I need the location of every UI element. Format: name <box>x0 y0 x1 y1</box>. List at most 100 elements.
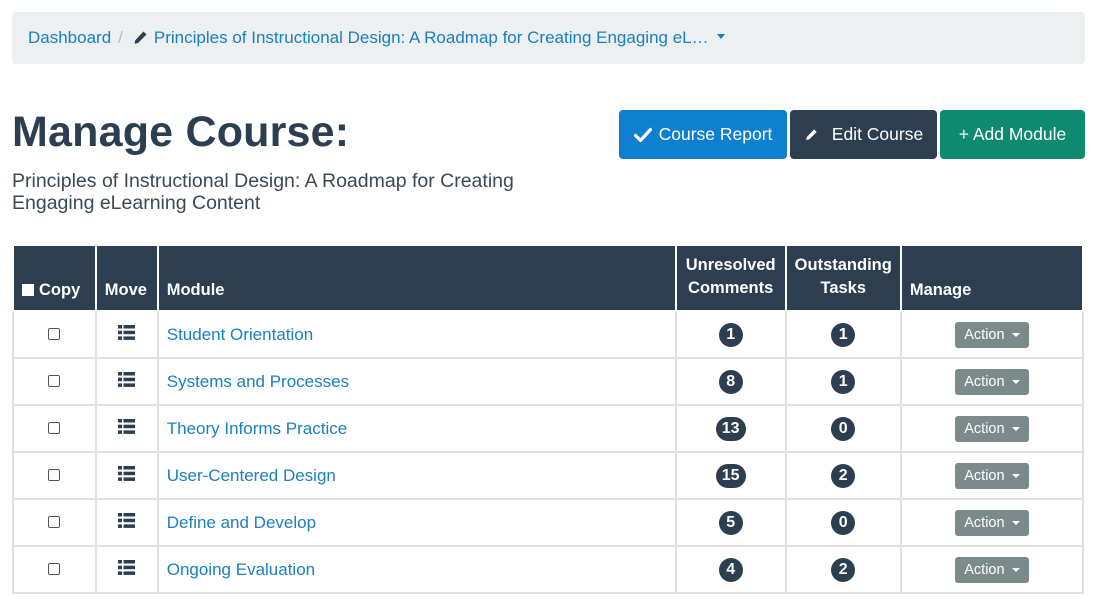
list-icon[interactable] <box>118 559 136 575</box>
module-link[interactable]: Student Orientation <box>167 325 313 344</box>
manage-column-header: Manage <box>899 246 1085 312</box>
module-link[interactable]: User-Centered Design <box>167 466 336 485</box>
caret-down-icon <box>1011 379 1020 384</box>
copy-checkbox[interactable] <box>48 562 61 575</box>
pencil-icon <box>804 127 818 143</box>
caret-down-icon <box>1011 332 1020 337</box>
table-header-row: Copy Move Module Unresolved Comments Out… <box>12 246 1085 312</box>
manage-cell: Action <box>899 310 1085 359</box>
caret-down-icon <box>716 33 725 39</box>
breadcrumb-separator: / <box>118 28 123 47</box>
manage-cell: Action <box>899 498 1085 547</box>
action-dropdown-button[interactable]: Action <box>954 321 1029 348</box>
tasks-cell: 0 <box>784 498 902 547</box>
list-icon[interactable] <box>118 418 136 434</box>
comments-cell: 13 <box>674 404 787 453</box>
table-row: User-Centered Design 15 2 Action <box>12 451 1085 500</box>
comments-cell: 8 <box>674 357 787 406</box>
module-link[interactable]: Ongoing Evaluation <box>167 560 315 579</box>
module-link[interactable]: Define and Develop <box>167 513 316 532</box>
module-cell: User-Centered Design <box>156 451 677 500</box>
manage-cell: Action <box>899 545 1085 594</box>
copy-checkbox[interactable] <box>48 327 61 340</box>
breadcrumb-dashboard-link[interactable]: Dashboard <box>28 28 111 48</box>
manage-cell: Action <box>899 357 1085 406</box>
list-icon[interactable] <box>118 512 136 528</box>
pencil-icon <box>134 31 147 44</box>
action-dropdown-button[interactable]: Action <box>954 509 1029 536</box>
action-label: Action <box>964 420 1005 437</box>
copy-checkbox[interactable] <box>48 515 61 528</box>
copy-cell <box>12 404 97 453</box>
move-cell <box>94 451 159 500</box>
move-cell <box>94 404 159 453</box>
check-icon <box>633 127 652 143</box>
module-cell: Systems and Processes <box>156 357 677 406</box>
copy-cell <box>12 498 97 547</box>
copy-cell <box>12 357 97 406</box>
move-column-header: Move <box>94 246 159 312</box>
breadcrumb: Dashboard / Principles of Instructional … <box>12 12 1085 64</box>
course-subtitle: Principles of Instructional Design: A Ro… <box>12 170 514 214</box>
breadcrumb-course-link[interactable]: Principles of Instructional Design: A Ro… <box>154 28 709 48</box>
module-link[interactable]: Systems and Processes <box>167 372 349 391</box>
table-row: Theory Informs Practice 13 0 Action <box>12 404 1085 453</box>
course-report-button[interactable]: Course Report <box>619 110 787 159</box>
tasks-count-badge: 1 <box>831 322 856 347</box>
tasks-cell: 2 <box>784 545 902 594</box>
tasks-cell: 1 <box>784 310 902 359</box>
caret-down-icon <box>1011 567 1020 572</box>
table-row: Student Orientation 1 1 Action <box>12 310 1085 359</box>
move-cell <box>94 310 159 359</box>
tasks-count-badge: 0 <box>831 416 856 441</box>
tasks-count-badge: 2 <box>831 557 856 582</box>
table-row: Systems and Processes 8 1 Action <box>12 357 1085 406</box>
tasks-count-badge: 2 <box>831 463 856 488</box>
outstanding-tasks-header: Outstanding Tasks <box>784 246 902 312</box>
module-cell: Theory Informs Practice <box>156 404 677 453</box>
table-row: Ongoing Evaluation 4 2 Action <box>12 545 1085 594</box>
breadcrumb-course-dropdown[interactable]: Principles of Instructional Design: A Ro… <box>132 28 725 48</box>
tasks-cell: 0 <box>784 404 902 453</box>
comments-count-badge: 5 <box>718 510 743 535</box>
copy-checkbox[interactable] <box>48 421 61 434</box>
caret-down-icon <box>1011 426 1020 431</box>
comments-count-badge: 4 <box>718 557 743 582</box>
comments-count-badge: 8 <box>718 369 743 394</box>
add-module-label: + Add Module <box>958 124 1067 144</box>
copy-checkbox[interactable] <box>48 374 61 387</box>
comments-cell: 15 <box>674 451 787 500</box>
list-icon[interactable] <box>118 465 136 481</box>
action-label: Action <box>964 561 1005 578</box>
comments-count-badge: 1 <box>718 322 743 347</box>
move-cell <box>94 545 159 594</box>
copy-header-label: Copy <box>39 281 81 299</box>
tasks-cell: 2 <box>784 451 902 500</box>
comments-cell: 1 <box>674 310 787 359</box>
comments-cell: 5 <box>674 498 787 547</box>
unresolved-comments-header: Unresolved Comments <box>674 246 787 312</box>
course-report-label: Course Report <box>658 124 773 144</box>
module-link[interactable]: Theory Informs Practice <box>167 419 347 438</box>
edit-course-label: Edit Course <box>831 124 924 144</box>
list-icon[interactable] <box>118 371 136 387</box>
action-dropdown-button[interactable]: Action <box>954 415 1029 442</box>
add-module-button[interactable]: + Add Module <box>940 110 1085 159</box>
action-label: Action <box>964 373 1005 390</box>
list-icon[interactable] <box>118 324 136 340</box>
tasks-count-badge: 0 <box>831 510 856 535</box>
move-cell <box>94 498 159 547</box>
copy-checkbox[interactable] <box>48 468 61 481</box>
comments-cell: 4 <box>674 545 787 594</box>
action-dropdown-button[interactable]: Action <box>954 462 1029 489</box>
select-all-checkbox[interactable] <box>22 284 34 296</box>
action-dropdown-button[interactable]: Action <box>954 556 1029 583</box>
action-dropdown-button[interactable]: Action <box>954 368 1029 395</box>
action-label: Action <box>964 326 1005 343</box>
table-row: Define and Develop 5 0 Action <box>12 498 1085 547</box>
copy-column-header[interactable]: Copy <box>12 246 97 312</box>
edit-course-button[interactable]: Edit Course <box>790 110 937 159</box>
module-column-header: Module <box>156 246 677 312</box>
module-cell: Define and Develop <box>156 498 677 547</box>
action-label: Action <box>964 514 1005 531</box>
